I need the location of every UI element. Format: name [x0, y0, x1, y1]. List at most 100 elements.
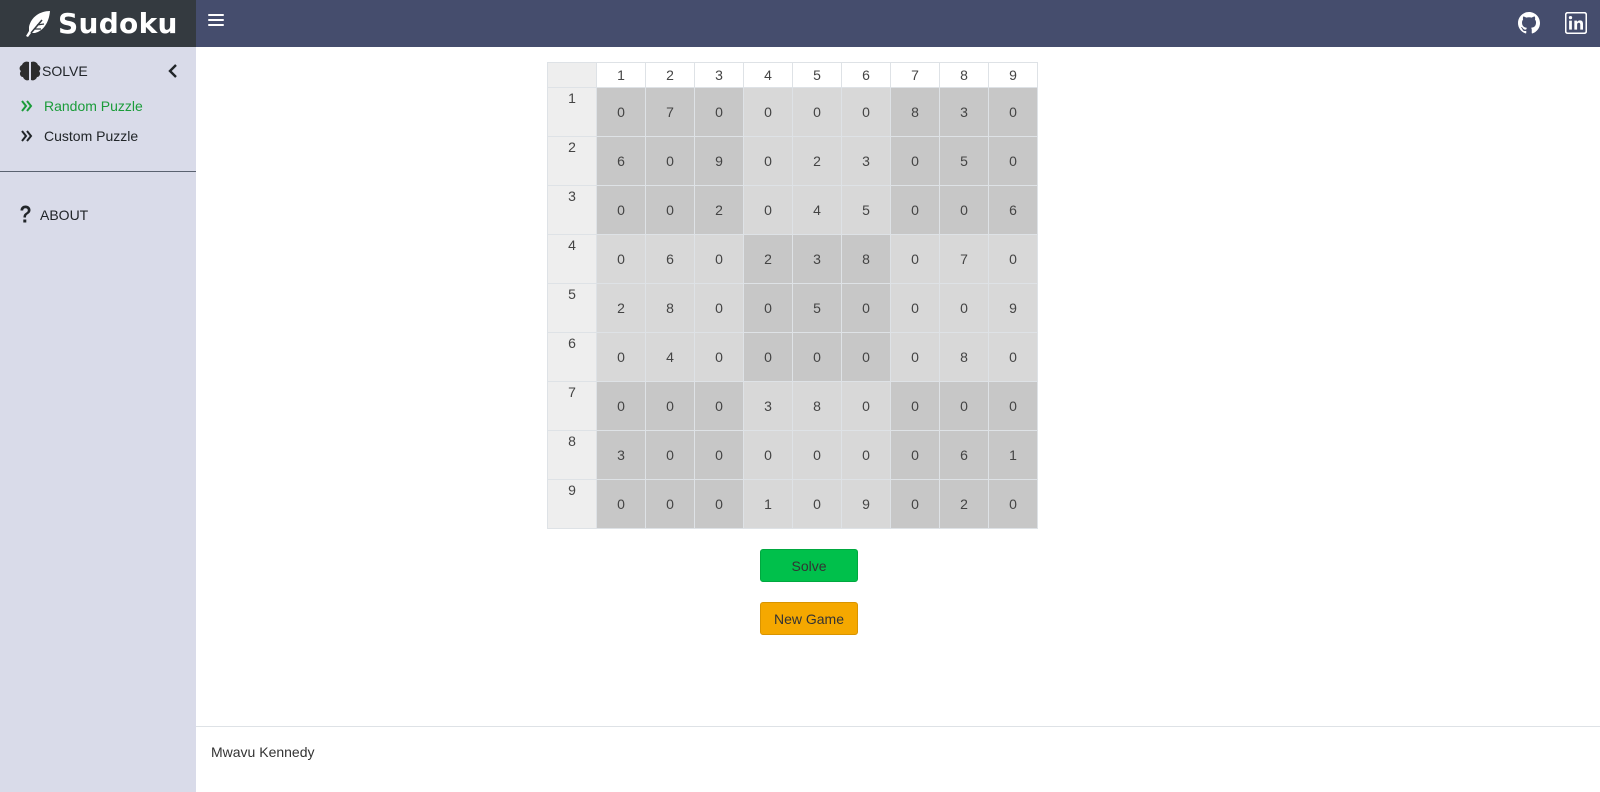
sudoku-cell[interactable]: 0	[645, 430, 695, 480]
sudoku-cell[interactable]: 0	[596, 381, 646, 431]
sudoku-cell[interactable]: 4	[645, 332, 695, 382]
sudoku-cell[interactable]: 0	[988, 332, 1038, 382]
sudoku-cell[interactable]: 2	[596, 283, 646, 333]
sudoku-cell[interactable]: 0	[988, 136, 1038, 186]
sudoku-cell[interactable]: 8	[890, 87, 940, 137]
sudoku-cell[interactable]: 2	[694, 185, 744, 235]
row-header: 5	[547, 283, 597, 333]
row-header: 7	[547, 381, 597, 431]
sudoku-cell[interactable]: 0	[988, 87, 1038, 137]
brand[interactable]: Sudoku	[0, 0, 196, 47]
sudoku-cell[interactable]: 0	[890, 234, 940, 284]
sudoku-cell[interactable]: 5	[939, 136, 989, 186]
sudoku-cell[interactable]: 0	[596, 87, 646, 137]
sudoku-cell[interactable]: 0	[890, 381, 940, 431]
sidebar-section-solve[interactable]: SOLVE	[18, 59, 182, 83]
sudoku-cell[interactable]: 5	[792, 283, 842, 333]
sudoku-cell[interactable]: 7	[645, 87, 695, 137]
sudoku-cell[interactable]: 0	[841, 381, 891, 431]
sudoku-cell[interactable]: 0	[743, 87, 793, 137]
sudoku-cell[interactable]: 0	[743, 283, 793, 333]
sudoku-cell[interactable]: 0	[841, 332, 891, 382]
sudoku-cell[interactable]: 6	[988, 185, 1038, 235]
linkedin-icon[interactable]	[1565, 12, 1587, 34]
new-game-button[interactable]: New Game	[760, 602, 858, 635]
sudoku-cell[interactable]: 0	[694, 479, 744, 529]
sidebar-item-custom-puzzle[interactable]: Custom Puzzle	[20, 125, 138, 147]
sidebar-item-random-puzzle[interactable]: Random Puzzle	[20, 95, 143, 117]
sudoku-cell[interactable]: 2	[743, 234, 793, 284]
sudoku-cell[interactable]: 0	[743, 185, 793, 235]
sudoku-cell[interactable]: 5	[841, 185, 891, 235]
sudoku-cell[interactable]: 3	[596, 430, 646, 480]
sudoku-cell[interactable]: 0	[988, 234, 1038, 284]
sudoku-cell[interactable]: 0	[694, 430, 744, 480]
sudoku-cell[interactable]: 0	[939, 283, 989, 333]
sudoku-cell[interactable]: 1	[743, 479, 793, 529]
sudoku-cell[interactable]: 7	[939, 234, 989, 284]
sudoku-cell[interactable]: 9	[694, 136, 744, 186]
bars-icon[interactable]	[208, 14, 224, 30]
sudoku-cell[interactable]: 6	[645, 234, 695, 284]
sudoku-cell[interactable]: 2	[939, 479, 989, 529]
sudoku-cell[interactable]: 0	[890, 185, 940, 235]
sudoku-cell[interactable]: 3	[841, 136, 891, 186]
sudoku-cell[interactable]: 0	[645, 185, 695, 235]
sudoku-cell[interactable]: 0	[694, 381, 744, 431]
sudoku-cell[interactable]: 0	[596, 185, 646, 235]
sudoku-cell[interactable]: 0	[792, 332, 842, 382]
sudoku-cell[interactable]: 0	[694, 283, 744, 333]
footer-author: Mwavu Kennedy	[211, 744, 315, 760]
sudoku-cell[interactable]: 0	[743, 430, 793, 480]
sudoku-cell[interactable]: 0	[792, 430, 842, 480]
sudoku-cell[interactable]: 0	[841, 87, 891, 137]
sudoku-cell[interactable]: 4	[792, 185, 842, 235]
row-header: 8	[547, 430, 597, 480]
sudoku-cell[interactable]: 0	[890, 283, 940, 333]
sudoku-cell[interactable]: 0	[596, 479, 646, 529]
sudoku-cell[interactable]: 0	[694, 234, 744, 284]
sudoku-cell[interactable]: 0	[890, 332, 940, 382]
sidebar-section-label: SOLVE	[42, 63, 88, 79]
sudoku-cell[interactable]: 0	[988, 381, 1038, 431]
sudoku-cell[interactable]: 8	[792, 381, 842, 431]
sudoku-cell[interactable]: 0	[890, 479, 940, 529]
sudoku-cell[interactable]: 0	[939, 381, 989, 431]
solve-button[interactable]: Solve	[760, 549, 858, 582]
github-icon[interactable]	[1518, 12, 1540, 34]
sudoku-cell[interactable]: 0	[743, 136, 793, 186]
sidebar-item-about[interactable]: ABOUT	[18, 203, 88, 227]
sudoku-cell[interactable]: 3	[792, 234, 842, 284]
row-header: 6	[547, 332, 597, 382]
sudoku-cell[interactable]: 0	[988, 479, 1038, 529]
sudoku-cell[interactable]: 8	[841, 234, 891, 284]
sudoku-cell[interactable]: 8	[645, 283, 695, 333]
sudoku-cell[interactable]: 0	[694, 332, 744, 382]
sudoku-cell[interactable]: 9	[988, 283, 1038, 333]
board-row: 9000109020	[547, 479, 1038, 529]
sudoku-cell[interactable]: 0	[841, 283, 891, 333]
sudoku-cell[interactable]: 3	[743, 381, 793, 431]
sudoku-cell[interactable]: 0	[890, 430, 940, 480]
sudoku-cell[interactable]: 0	[645, 479, 695, 529]
sudoku-cell[interactable]: 0	[841, 430, 891, 480]
sudoku-cell[interactable]: 6	[596, 136, 646, 186]
sudoku-cell[interactable]: 0	[596, 332, 646, 382]
sudoku-cell[interactable]: 0	[743, 332, 793, 382]
sudoku-cell[interactable]: 0	[694, 87, 744, 137]
sudoku-cell[interactable]: 0	[596, 234, 646, 284]
sudoku-cell[interactable]: 1	[988, 430, 1038, 480]
sudoku-cell[interactable]: 0	[792, 87, 842, 137]
sudoku-cell[interactable]: 9	[841, 479, 891, 529]
sudoku-cell[interactable]: 2	[792, 136, 842, 186]
sudoku-cell[interactable]: 0	[939, 185, 989, 235]
row-header: 1	[547, 87, 597, 137]
sudoku-cell[interactable]: 0	[792, 479, 842, 529]
sudoku-cell[interactable]: 0	[890, 136, 940, 186]
sudoku-cell[interactable]: 0	[645, 381, 695, 431]
sudoku-cell[interactable]: 0	[645, 136, 695, 186]
chevron-left-icon[interactable]	[166, 63, 180, 79]
sudoku-cell[interactable]: 8	[939, 332, 989, 382]
sudoku-cell[interactable]: 3	[939, 87, 989, 137]
sudoku-cell[interactable]: 6	[939, 430, 989, 480]
